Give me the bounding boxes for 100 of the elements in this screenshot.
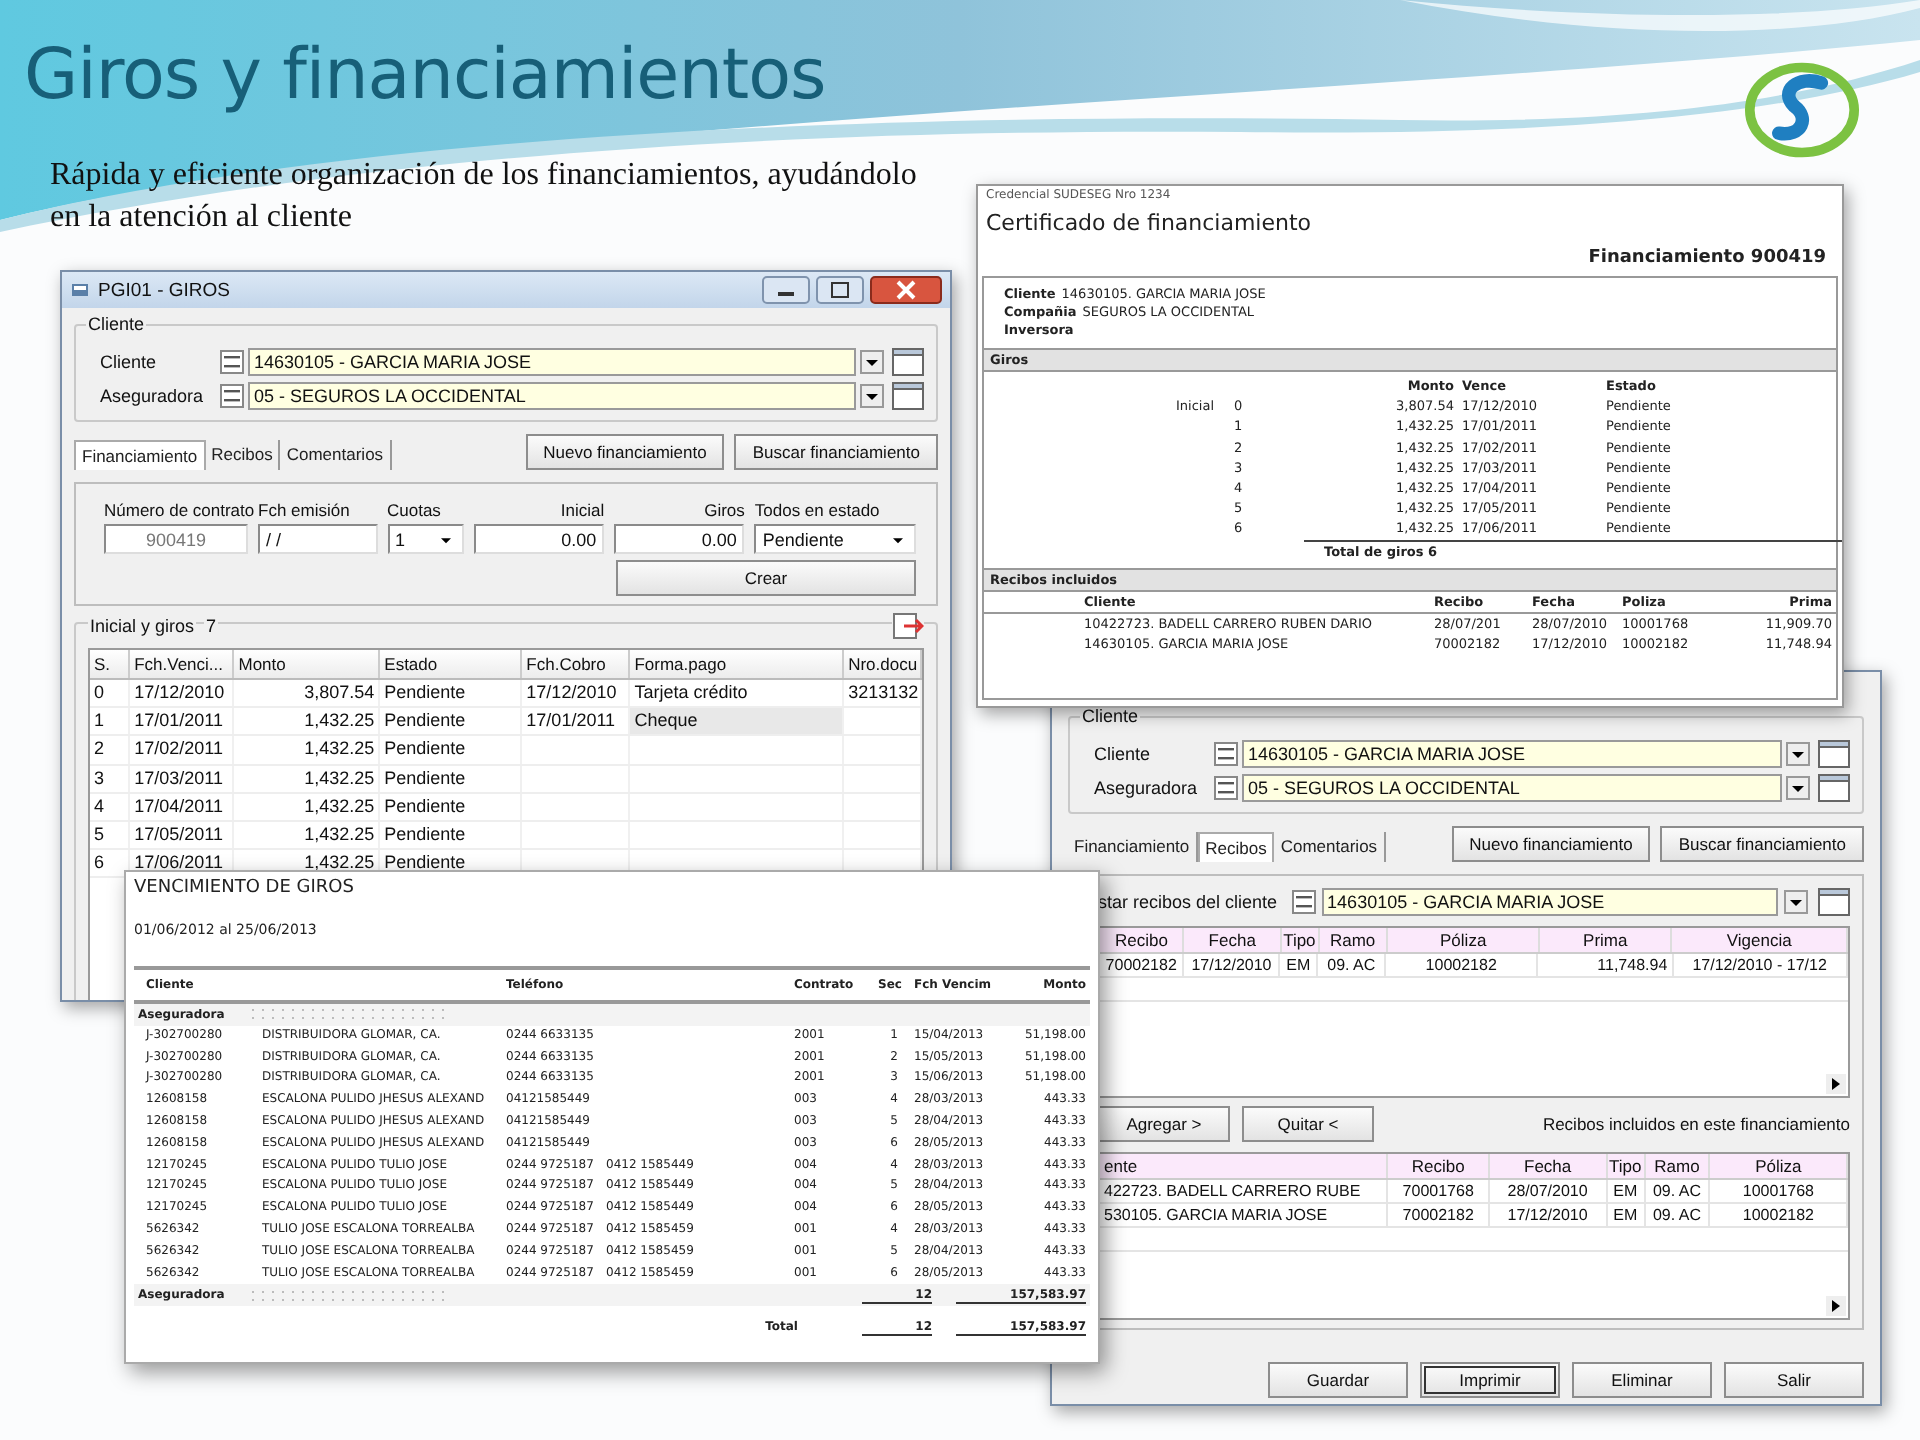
table-cell: 1,432.25 <box>304 767 375 788</box>
combo-field[interactable]: 14630105 - GARCIA MARIA JOSE <box>248 348 856 376</box>
combo-field[interactable]: 14630105 - GARCIA MARIA JOSE <box>1321 888 1778 916</box>
table-cell: 70002182 <box>1105 956 1177 974</box>
dropdown-icon[interactable] <box>1786 776 1810 800</box>
column-header[interactable]: S. <box>90 650 131 678</box>
input-field[interactable]: 0.00 <box>473 524 605 554</box>
column-header[interactable]: Monto <box>234 650 381 678</box>
table-cell: 1,432.25 <box>304 852 375 873</box>
table-cell: 3213132 <box>848 682 919 702</box>
table-cell: 3 <box>94 767 105 788</box>
table-cell: 1,432.25 <box>304 823 375 844</box>
app-icon <box>70 280 90 300</box>
window-icon[interactable] <box>1818 888 1850 916</box>
table-cell: 70001768 <box>1402 1182 1474 1200</box>
column-header[interactable]: Ramo <box>1645 1154 1711 1178</box>
column-header[interactable]: Póliza <box>1388 928 1541 952</box>
footer-button[interactable]: Guardar <box>1268 1362 1408 1398</box>
table-cell: Pendiente <box>384 738 466 759</box>
dropdown-icon[interactable] <box>860 350 884 374</box>
export-icon[interactable] <box>892 612 924 640</box>
input-field[interactable]: 1 <box>387 524 464 554</box>
scroll-arrow-icon[interactable] <box>1826 1074 1846 1094</box>
table-cell: 4 <box>94 795 105 816</box>
tab[interactable]: Comentarios <box>280 440 392 470</box>
column-header[interactable]: Forma.pago <box>630 650 845 678</box>
table-cell: 3,807.54 <box>304 682 375 702</box>
action-button[interactable]: Buscar financiamiento <box>734 434 938 470</box>
combo-field[interactable]: 05 - SEGUROS LA OCCIDENTAL <box>1242 774 1782 802</box>
table-cell: 1 <box>94 710 105 731</box>
dropdown-icon[interactable] <box>1786 742 1810 766</box>
maximize-icon[interactable] <box>816 276 864 304</box>
input-field[interactable]: / / <box>258 524 377 554</box>
move-button[interactable]: Agregar > <box>1098 1106 1230 1142</box>
minimize-icon[interactable] <box>762 276 810 304</box>
table-cell: 422723. BADELL CARRERO RUBE <box>1104 1182 1361 1200</box>
footer-button[interactable]: Eliminar <box>1572 1362 1712 1398</box>
window-icon[interactable] <box>892 382 924 410</box>
move-button[interactable]: Quitar < <box>1242 1106 1374 1142</box>
combo-field[interactable]: 14630105 - GARCIA MARIA JOSE <box>1242 740 1782 768</box>
dropdown-icon[interactable] <box>1784 890 1808 914</box>
column-header[interactable]: Tipo <box>1607 1154 1646 1178</box>
column-header[interactable]: Vigencia <box>1672 928 1849 952</box>
count-label: 7 <box>204 616 219 636</box>
column-header[interactable]: Póliza <box>1710 1154 1849 1178</box>
group-label: Cliente <box>86 314 147 334</box>
dropdown-icon[interactable] <box>860 384 884 408</box>
action-button[interactable]: Nuevo financiamiento <box>525 434 725 470</box>
action-button[interactable]: Buscar financiamiento <box>1660 826 1864 862</box>
tab[interactable]: Recibos <box>1197 832 1275 862</box>
field-label: Cliente <box>1094 744 1153 764</box>
column-header[interactable]: Tipo <box>1281 928 1320 952</box>
tab[interactable]: Financiamiento <box>74 440 206 470</box>
table-cell: 70002182 <box>1402 1206 1474 1224</box>
column-header[interactable]: Fecha <box>1184 928 1282 952</box>
column-header[interactable]: Fch.Cobro <box>522 650 631 678</box>
column-header[interactable]: Estado <box>380 650 523 678</box>
table-cell: 17/06/2011 <box>134 852 223 873</box>
create-button[interactable]: Crear <box>616 560 916 596</box>
tab[interactable]: Comentarios <box>1274 832 1386 862</box>
document-title: Certificado de financiamiento <box>984 208 1314 236</box>
field-label: Inicial <box>558 500 605 520</box>
input-field[interactable]: Pendiente <box>754 524 916 554</box>
footer-button[interactable]: Imprimir <box>1420 1362 1560 1398</box>
slide-title: Giros y financiamientos <box>24 36 826 116</box>
column-header[interactable]: Ramo <box>1319 928 1389 952</box>
column-header[interactable]: Nro.docu <box>844 650 922 678</box>
field-label: Fch emisión <box>258 500 352 520</box>
scroll-arrow-icon[interactable] <box>1826 1296 1846 1316</box>
window-icon[interactable] <box>1818 774 1850 802</box>
table-cell: 1,432.25 <box>304 710 375 731</box>
table-cell: 17/03/2011 <box>134 767 223 788</box>
column-header[interactable]: Fecha <box>1489 1154 1608 1178</box>
table-cell: Pendiente <box>384 767 466 788</box>
column-header[interactable]: Fch.Venci... <box>130 650 235 678</box>
column-header[interactable]: Recibo <box>1388 1154 1490 1178</box>
footer-button[interactable]: Salir <box>1724 1362 1864 1398</box>
combo-field[interactable]: 05 - SEGUROS LA OCCIDENTAL <box>248 382 856 410</box>
table-cell: 17/04/2011 <box>134 795 223 816</box>
table-cell: 2 <box>94 738 105 759</box>
table-cell: 17/05/2011 <box>134 823 223 844</box>
field-label: Cliente <box>100 352 159 372</box>
input-field[interactable]: 900419 <box>104 524 248 554</box>
table-cell: Pendiente <box>384 795 466 816</box>
field-label: Todos en estado <box>754 500 882 520</box>
table-cell: EM <box>1613 1182 1638 1200</box>
input-field[interactable]: 0.00 <box>614 524 745 554</box>
table-cell: 530105. GARCIA MARIA JOSE <box>1104 1206 1328 1224</box>
table-cell: 10002182 <box>1425 956 1497 974</box>
table-cell: 11,748.94 <box>1597 956 1668 974</box>
table-cell: 0 <box>94 682 105 702</box>
table-cell: 17/02/2011 <box>134 738 223 759</box>
window-icon[interactable] <box>1818 740 1850 768</box>
table-cell: Tarjeta crédito <box>634 682 748 702</box>
action-button[interactable]: Nuevo financiamiento <box>1451 826 1651 862</box>
tab[interactable]: Recibos <box>205 440 281 470</box>
window-icon[interactable] <box>892 348 924 376</box>
table-cell: 5 <box>94 823 105 844</box>
column-header[interactable]: Prima <box>1540 928 1673 952</box>
close-icon[interactable] <box>870 276 942 304</box>
